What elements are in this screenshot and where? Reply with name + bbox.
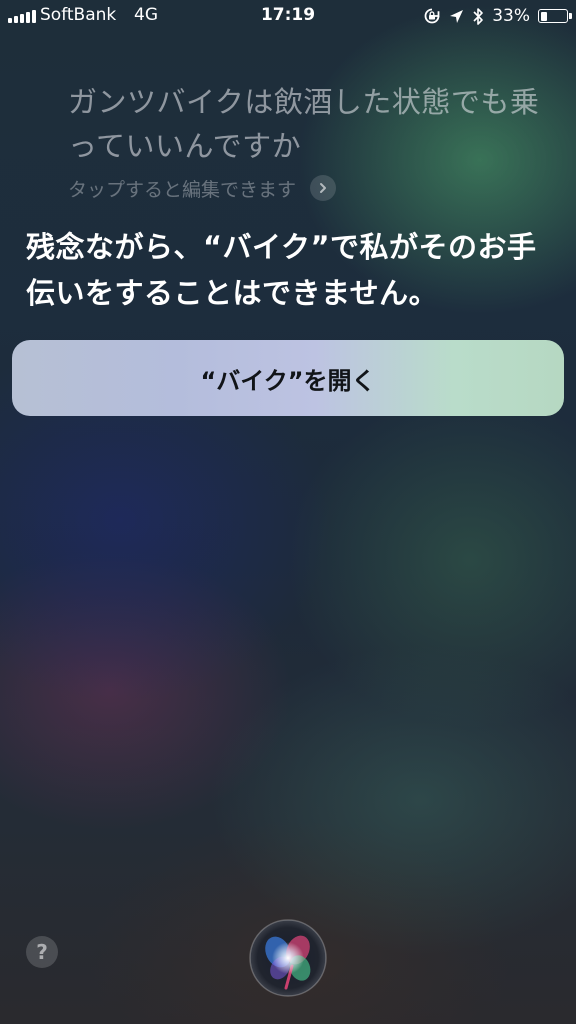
siri-orb-button[interactable] [248, 918, 328, 998]
chevron-right-icon[interactable] [310, 175, 337, 201]
siri-response-text: 残念ながら、“バイク”で私がそのお手伝いをすることはできません。 [26, 230, 537, 310]
orientation-lock-icon [423, 7, 441, 25]
battery-percent: 33% [492, 6, 530, 26]
location-arrow-icon [449, 9, 464, 24]
tap-to-edit-label: タップすると編集できます [68, 178, 297, 201]
help-button[interactable]: ? [26, 936, 58, 968]
tap-to-edit-row[interactable]: タップすると編集できます [68, 173, 337, 203]
siri-query-text[interactable]: ガンツバイクは飲酒した状態でも乗っていいんですか [68, 80, 558, 168]
open-app-button-label: “バイク”を開く [200, 366, 376, 395]
battery-fill [540, 11, 547, 21]
siri-waveform-icon [249, 919, 327, 997]
bluetooth-icon [472, 7, 484, 26]
siri-screen: SoftBank 4G 17:19 33% ガンツバイクは飲酒した状態でも乗って… [0, 0, 576, 1024]
status-icons: 33% [423, 5, 572, 27]
battery-icon [538, 9, 572, 23]
question-mark-icon: ? [36, 940, 48, 964]
open-app-button[interactable]: “バイク”を開く [12, 340, 564, 416]
battery-nub [569, 13, 572, 19]
status-bar: SoftBank 4G 17:19 33% [0, 0, 576, 32]
